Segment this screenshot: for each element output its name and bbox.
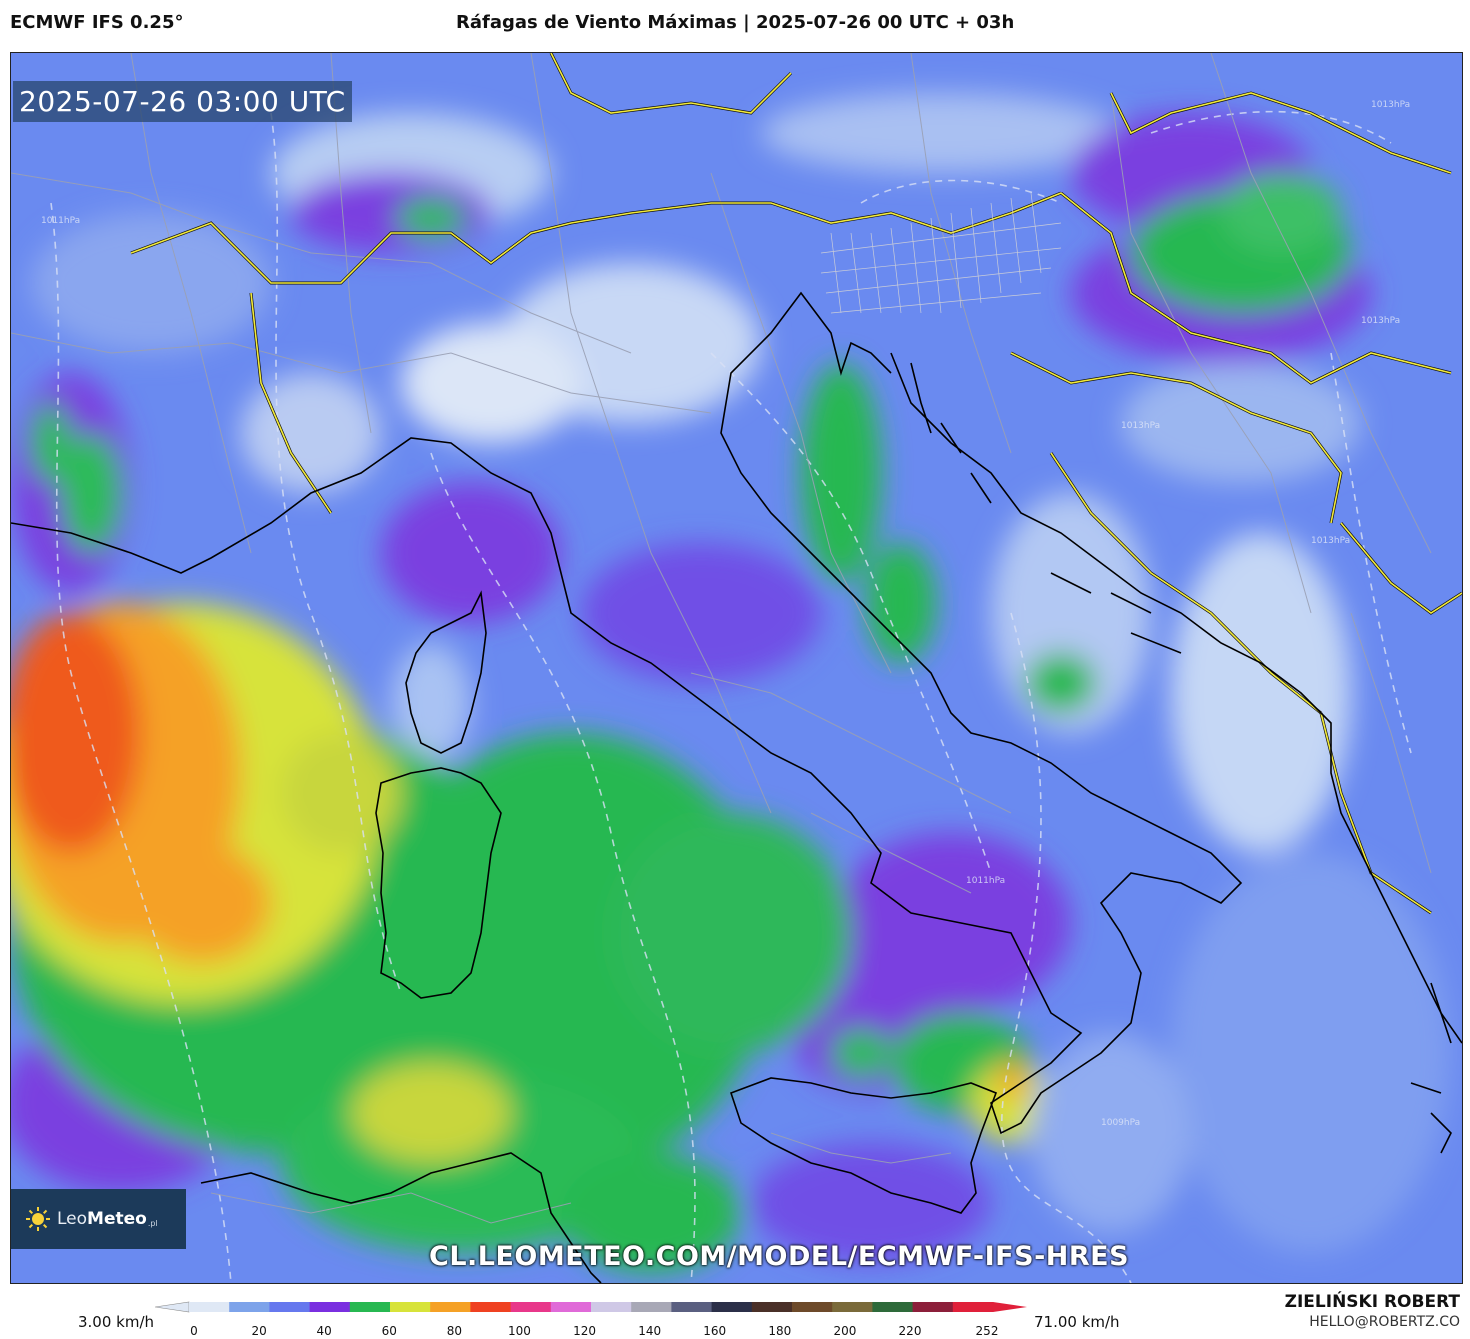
- logo-text-meteo: Meteo: [87, 1209, 147, 1229]
- colorbar-tick-label: 0: [190, 1324, 198, 1338]
- colorbar-tick-label: 60: [381, 1324, 397, 1338]
- colorbar-segment: [269, 1302, 311, 1312]
- colorbar-segment: [872, 1302, 914, 1312]
- isobar-label: 1011hPa: [41, 216, 80, 226]
- colorbar-tick-label: 180: [768, 1324, 792, 1338]
- logo-text-leo: Leo: [57, 1209, 88, 1229]
- colorbar-tick-label: 160: [703, 1324, 727, 1338]
- colorbar-segment: [309, 1302, 351, 1312]
- colorbar-segment: [671, 1302, 713, 1312]
- isobar-label: 1009hPa: [1101, 1118, 1140, 1128]
- colorbar-segment: [751, 1302, 793, 1312]
- author-email[interactable]: HELLO@ROBERTZ.CO: [1309, 1314, 1460, 1330]
- colorbar-segment: [189, 1302, 230, 1312]
- wind-field: 1013hPa 1013hPa 1013hPa 1011hPa 1009hPa …: [11, 53, 1462, 1283]
- colorbar-tick-label: 252: [975, 1324, 999, 1338]
- colorbar-segment: [510, 1302, 552, 1312]
- colorbar-segment: [792, 1302, 833, 1312]
- colorbar-tick-label: 40: [316, 1324, 332, 1338]
- colorbar-segment: [912, 1302, 954, 1312]
- isobar-label: 1011hPa: [966, 876, 1005, 886]
- colorbar-segment: [832, 1302, 873, 1312]
- colorbar-segment: [631, 1302, 672, 1312]
- colorbar-segment: [229, 1302, 270, 1312]
- colorbar: [155, 1301, 1027, 1313]
- colorbar-segment: [952, 1302, 994, 1312]
- colorbar-tick-label: 220: [898, 1324, 922, 1338]
- model-name: ECMWF IFS 0.25°: [10, 12, 184, 33]
- colorbar-tick-label: 100: [508, 1324, 531, 1338]
- colorbar-max-label: 71.00 km/h: [1034, 1313, 1120, 1331]
- map-title: Ráfagas de Viento Máximas | 2025-07-26 0…: [456, 12, 1015, 33]
- colorbar-segment: [550, 1302, 592, 1312]
- colorbar-tick-label: 200: [833, 1324, 857, 1338]
- isobar-label: 1013hPa: [1371, 100, 1410, 110]
- colorbar-arrow-left: [155, 1301, 190, 1313]
- colorbar-arrow-right: [993, 1302, 1027, 1312]
- leometeo-logo[interactable]: Leo Meteo .pl: [11, 1189, 186, 1249]
- isobar-label: 1013hPa: [1361, 316, 1400, 326]
- logo-text-domain: .pl: [147, 1218, 158, 1228]
- author-name: ZIELIŃSKI ROBERT: [1284, 1292, 1460, 1312]
- colorbar-segment: [711, 1302, 753, 1312]
- isobar-label: 1013hPa: [1121, 421, 1160, 431]
- colorbar-segment: [591, 1302, 632, 1312]
- colorbar-tick-label: 140: [638, 1324, 662, 1338]
- wind-gust-map[interactable]: 1013hPa 1013hPa 1013hPa 1011hPa 1009hPa …: [10, 52, 1463, 1284]
- colorbar-tick-label: 20: [251, 1324, 267, 1338]
- colorbar-segment: [430, 1302, 471, 1312]
- isobar-label: 1013hPa: [1311, 536, 1350, 546]
- colorbar-tick-label: 120: [573, 1324, 596, 1338]
- colorbar-segment: [349, 1302, 391, 1312]
- colorbar-min-label: 3.00 km/h: [78, 1313, 155, 1331]
- valid-time-label: 2025-07-26 03:00 UTC: [13, 81, 352, 122]
- source-url[interactable]: CL.LEOMETEO.COM/MODEL/ECMWF-IFS-HRES: [429, 1241, 1129, 1272]
- colorbar-segment: [390, 1302, 431, 1312]
- sun-icon: [26, 1207, 50, 1231]
- colorbar-segment: [470, 1302, 512, 1312]
- colorbar-tick-label: 80: [446, 1324, 462, 1338]
